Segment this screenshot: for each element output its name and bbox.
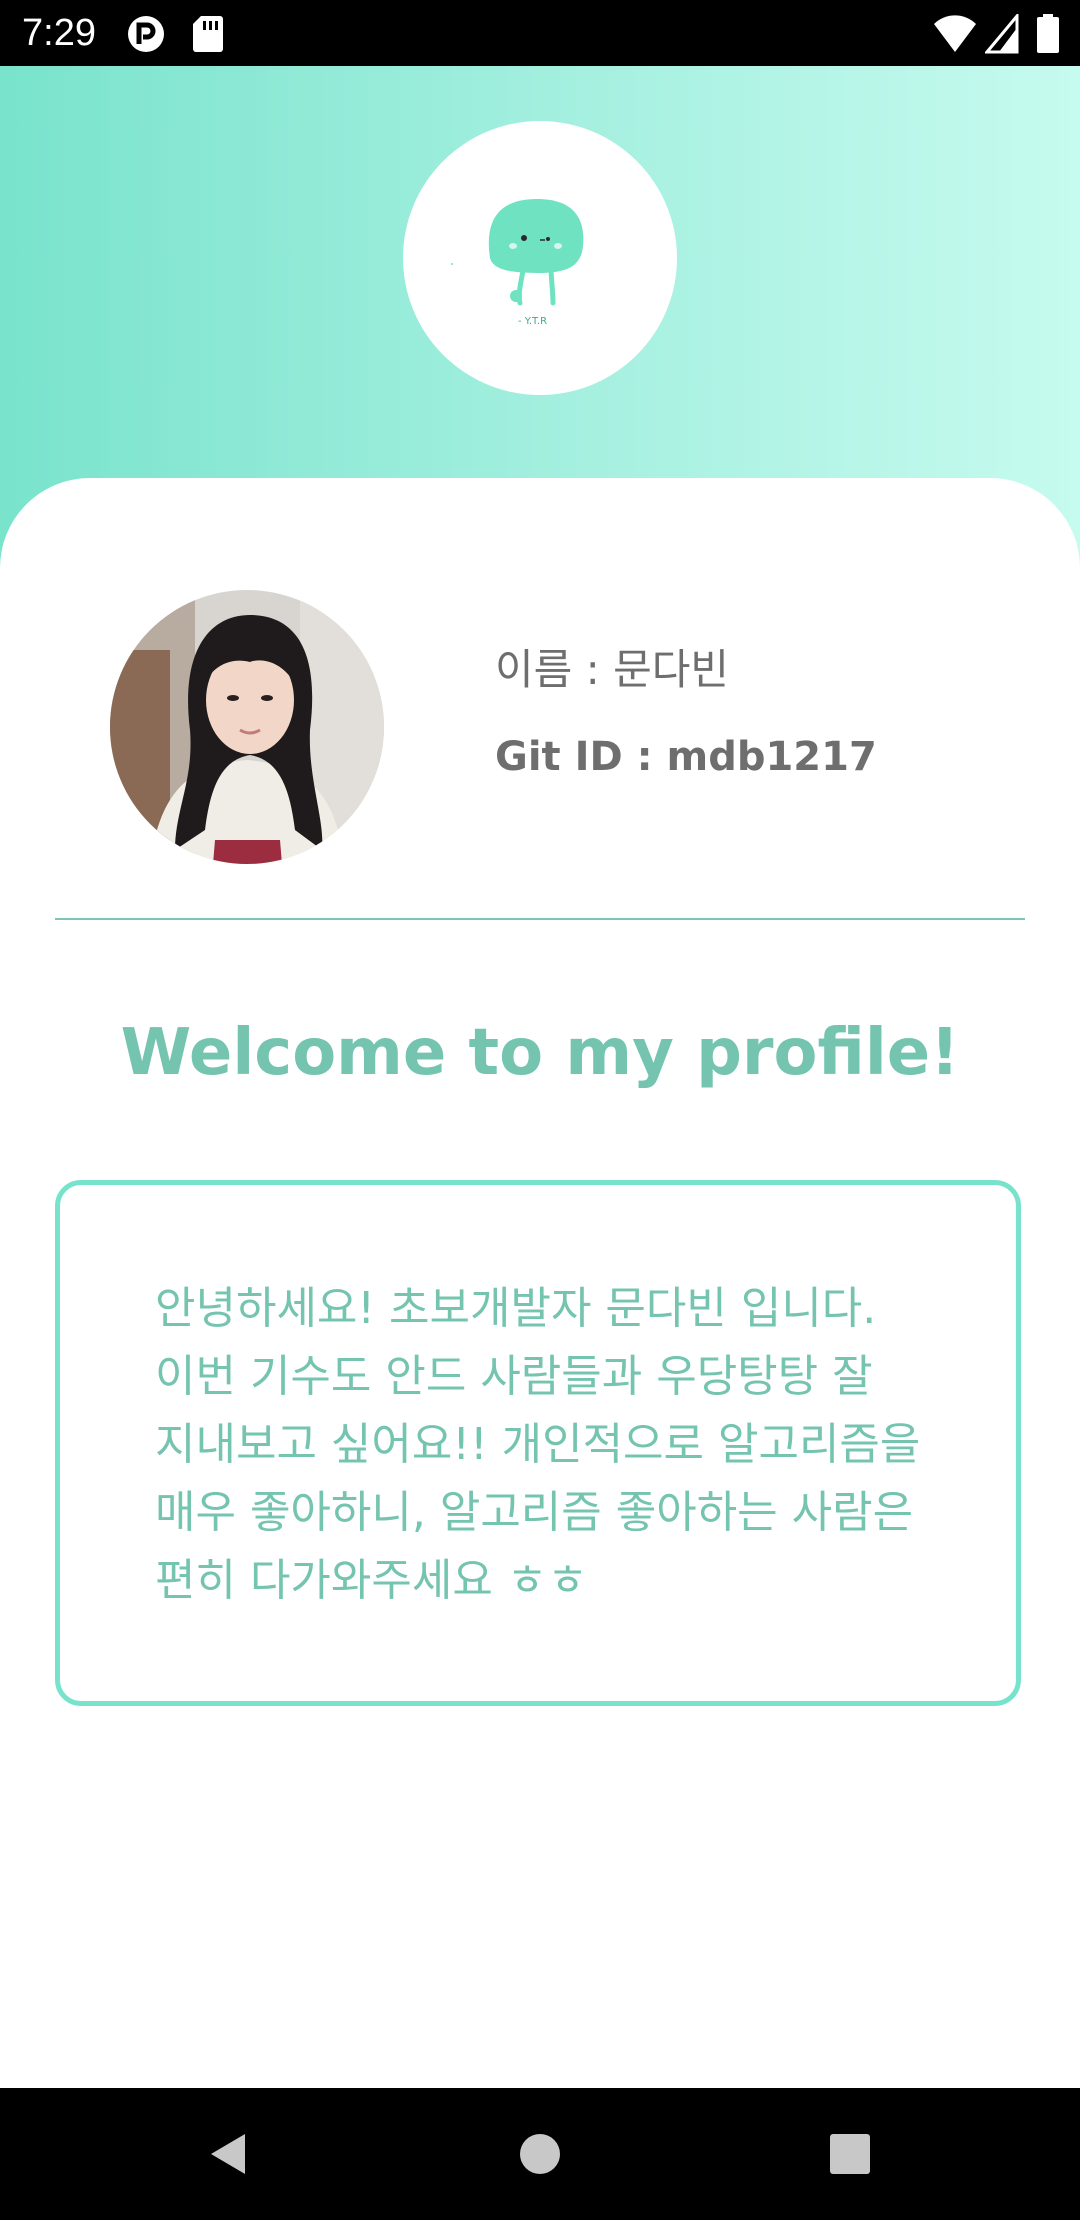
back-icon[interactable] <box>166 2088 286 2220</box>
recents-icon[interactable] <box>790 2088 910 2220</box>
app-notification-icon <box>126 14 166 58</box>
logo-badge: - Y.T.R <box>403 121 677 395</box>
welcome-title: Welcome to my profile! <box>120 1016 960 1090</box>
wifi-icon <box>932 14 978 58</box>
mascot-logo-icon: - Y.T.R <box>451 199 584 327</box>
status-time: 7:29 <box>22 12 96 54</box>
intro-box: 안녕하세요! 초보개발자 문다빈 입니다. 이번 기수도 안드 사람들과 우당탕… <box>55 1180 1021 1706</box>
section-divider <box>55 918 1025 920</box>
status-bar: 7:29 <box>0 0 1080 66</box>
navigation-bar <box>0 2088 1080 2220</box>
sd-card-icon <box>192 14 224 58</box>
intro-text: 안녕하세요! 초보개발자 문다빈 입니다. 이번 기수도 안드 사람들과 우당탕… <box>155 1283 921 1606</box>
cell-signal-icon <box>983 11 1019 58</box>
profile-git-id: Git ID : mdb1217 <box>495 734 877 780</box>
logo-text: - Y.T.R <box>518 316 547 327</box>
profile-name: 이름 : 문다빈 <box>495 645 730 694</box>
battery-icon <box>1036 14 1060 58</box>
home-icon[interactable] <box>480 2088 600 2220</box>
profile-photo <box>110 590 384 864</box>
app-screen: 7:29 - Y.T.R 이름: 문다빈 Git ID: mdb1217 W… <box>0 0 1080 2220</box>
